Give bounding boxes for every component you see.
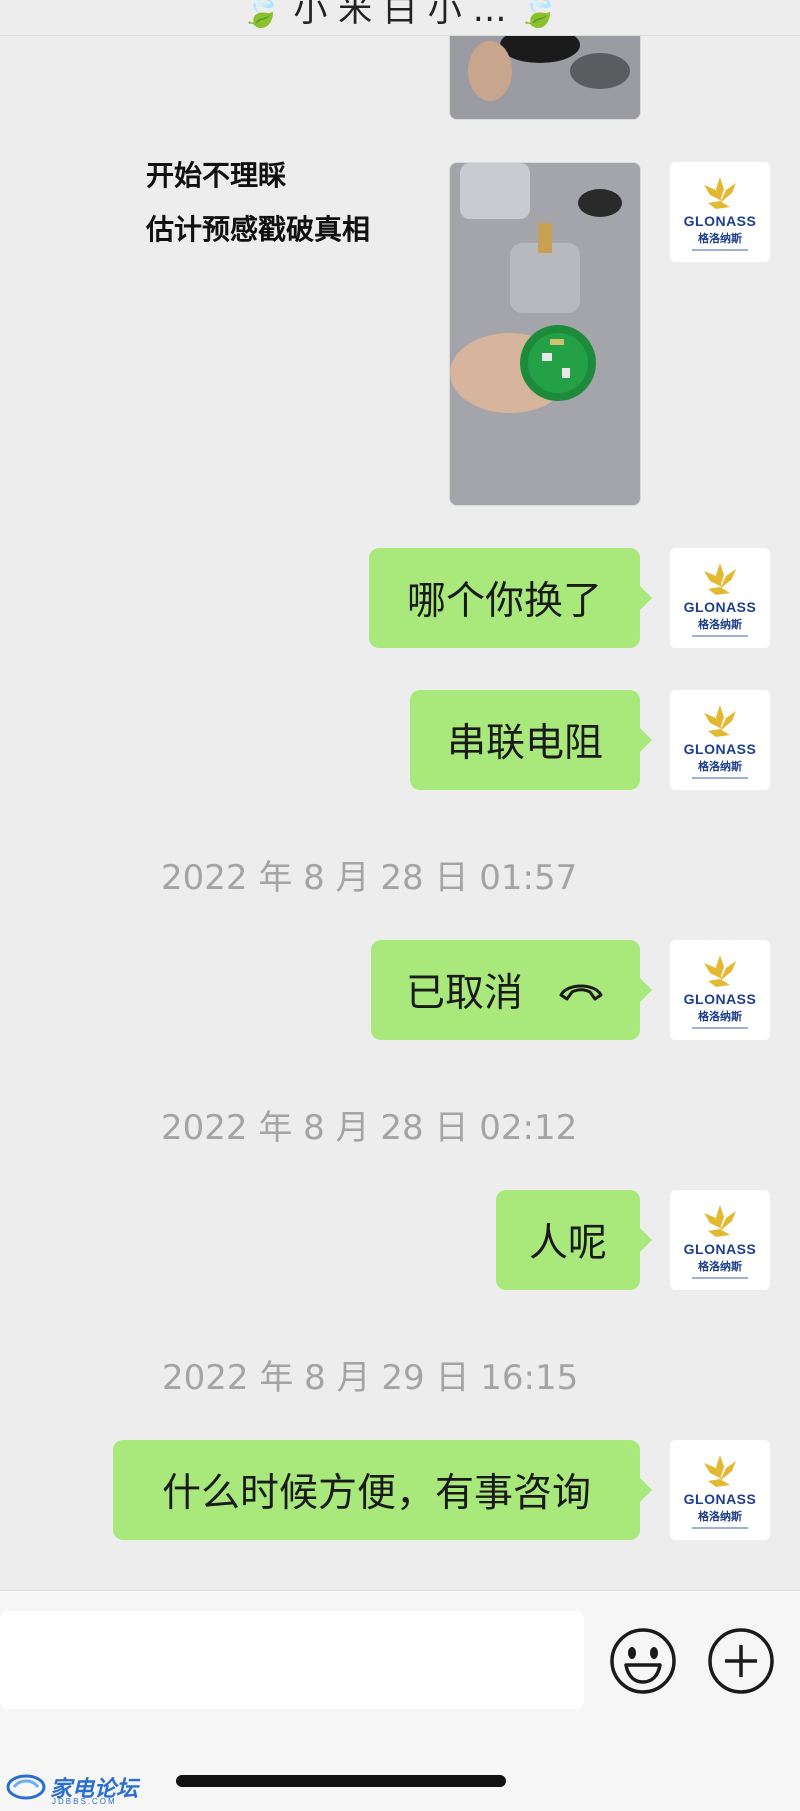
brand-name: GLONASS (683, 213, 757, 229)
message-text: 串联电阻 (446, 721, 603, 766)
message-text: 哪个你换了 (406, 579, 602, 624)
sent-message-bubble[interactable]: 哪个你换了 (369, 548, 652, 648)
brand-name: GLONASS (683, 1491, 757, 1507)
contact-avatar[interactable]: GLONASS 格洛纳斯 (670, 690, 770, 790)
contact-avatar[interactable]: GLONASS 格洛纳斯 (670, 1440, 770, 1540)
glonass-logo-icon (704, 1205, 736, 1237)
input-bar: 家电论坛 JDBBS.COM (0, 1590, 800, 1811)
call-record-bubble[interactable]: 已取消 (371, 940, 652, 1040)
forum-watermark: 家电论坛 JDBBS.COM (6, 1771, 138, 1806)
more-options-button[interactable] (707, 1627, 775, 1695)
glonass-logo-icon (704, 177, 736, 209)
watermark-subtext: JDBBS.COM (52, 1797, 117, 1806)
brand-name-cn: 格洛纳斯 (698, 1260, 742, 1273)
message-text: 人呢 (528, 1221, 607, 1266)
contact-avatar[interactable]: GLONASS 格洛纳斯 (670, 1190, 770, 1290)
emoji-button[interactable] (609, 1627, 677, 1695)
timestamp: 2022 年 8 月 28 日 01:57 (161, 858, 578, 898)
phone-hangup-icon (559, 984, 603, 1001)
image-message-2[interactable] (449, 162, 641, 506)
glonass-logo-icon (704, 1455, 736, 1487)
glonass-logo-icon (704, 955, 736, 987)
plus-circle-icon (708, 1628, 774, 1694)
smiley-face-icon (610, 1628, 676, 1694)
contact-avatar[interactable]: GLONASS 格洛纳斯 (670, 548, 770, 648)
brand-name: GLONASS (683, 991, 757, 1007)
call-status-text: 已取消 (405, 971, 523, 1016)
chat-area: 开始不理睬 估计预感戳破真相 GLONASS 格洛纳斯 哪个你换了 GLONAS… (0, 36, 800, 1590)
brand-subline (692, 635, 748, 637)
forum-logo-icon (6, 1774, 46, 1800)
brand-subline (692, 777, 748, 779)
glonass-logo-icon (704, 705, 736, 737)
contact-avatar[interactable]: GLONASS 格洛纳斯 (670, 940, 770, 1040)
chat-title[interactable]: 🍃 小 米 白 小 … 🍃 (0, 0, 800, 31)
glonass-logo-icon (704, 563, 736, 595)
brand-subline (692, 1527, 748, 1529)
image-message-1[interactable] (449, 36, 641, 120)
sent-message-bubble[interactable]: 串联电阻 (410, 690, 652, 790)
timestamp: 2022 年 8 月 29 日 16:15 (162, 1358, 579, 1398)
caption-line-1: 开始不理睬 (146, 159, 287, 192)
message-input[interactable] (0, 1611, 584, 1709)
brand-subline (692, 1027, 748, 1029)
brand-subline (692, 249, 748, 251)
brand-name: GLONASS (683, 741, 757, 757)
timestamp: 2022 年 8 月 28 日 02:12 (161, 1108, 578, 1148)
brand-name: GLONASS (683, 599, 757, 615)
sent-message-bubble[interactable]: 什么时候方便，有事咨询 (113, 1440, 652, 1540)
brand-name-cn: 格洛纳斯 (698, 232, 742, 245)
contact-avatar[interactable]: GLONASS 格洛纳斯 (670, 162, 770, 262)
brand-name-cn: 格洛纳斯 (698, 618, 742, 631)
brand-subline (692, 1277, 748, 1279)
brand-name-cn: 格洛纳斯 (698, 760, 742, 773)
home-indicator[interactable] (176, 1775, 506, 1787)
message-text: 什么时候方便，有事咨询 (161, 1471, 591, 1516)
chat-header: 🍃 小 米 白 小 … 🍃 (0, 0, 800, 36)
brand-name-cn: 格洛纳斯 (698, 1510, 742, 1523)
sent-message-bubble[interactable]: 人呢 (496, 1190, 652, 1290)
brand-name: GLONASS (683, 1241, 757, 1257)
caption-line-2: 估计预感戳破真相 (146, 213, 371, 246)
brand-name-cn: 格洛纳斯 (698, 1010, 742, 1023)
